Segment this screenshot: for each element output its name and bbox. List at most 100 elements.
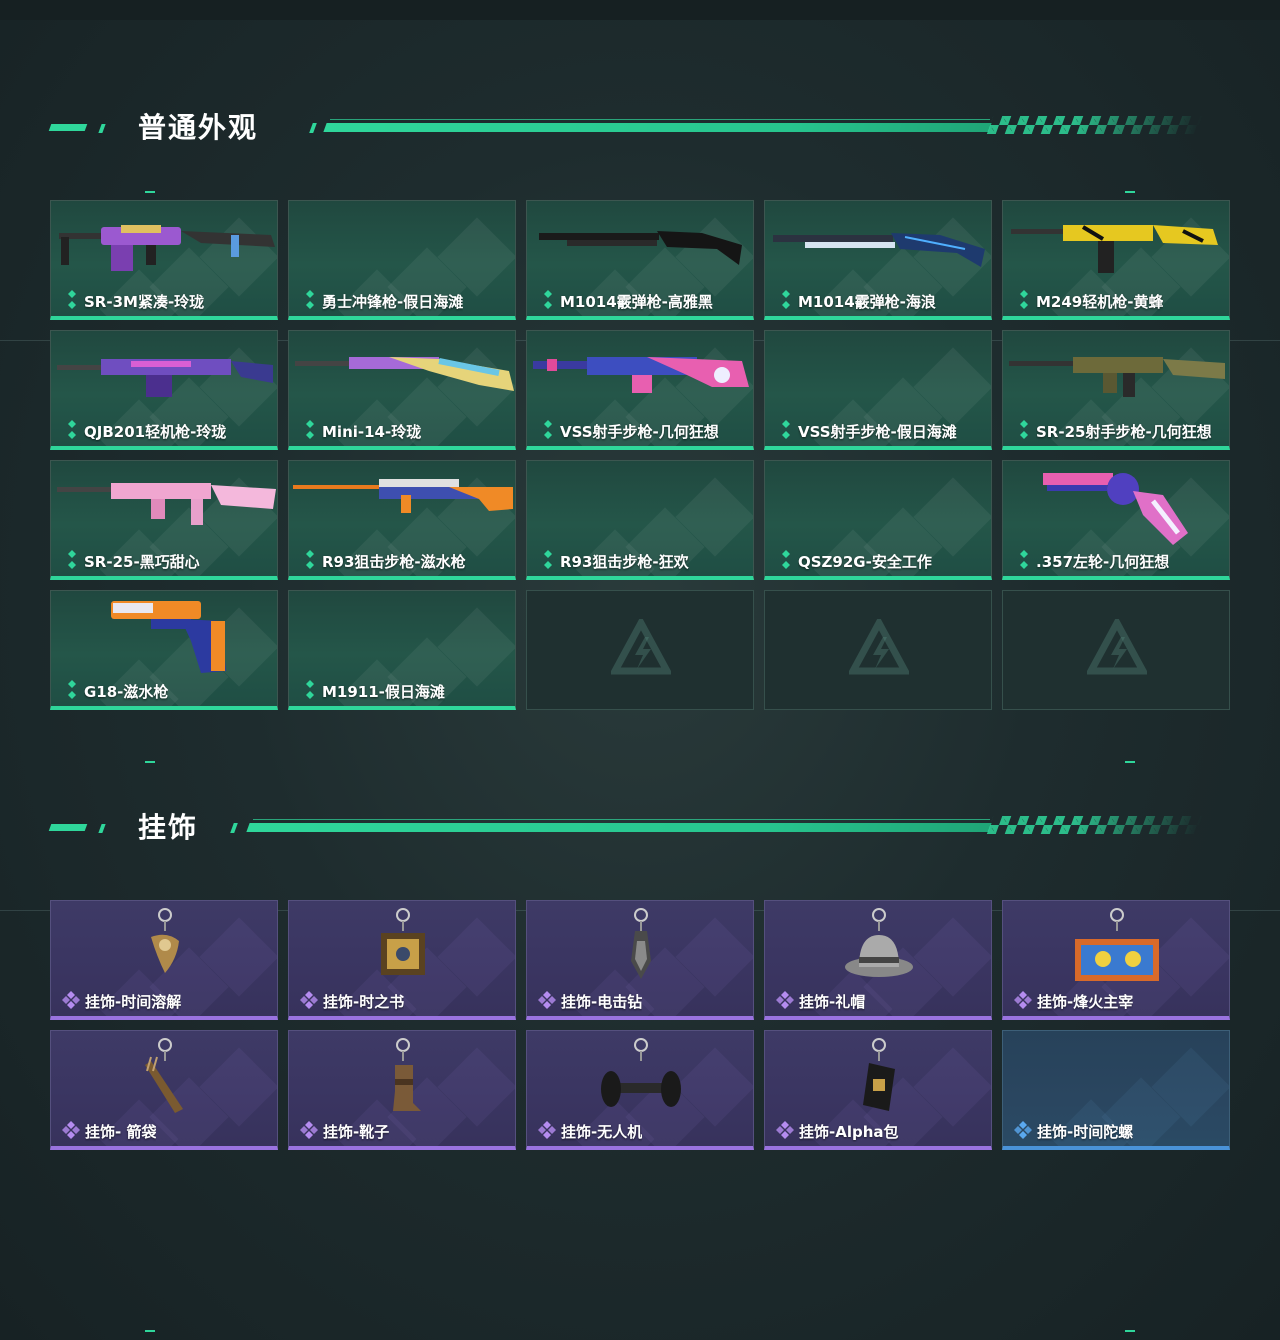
item-name: SR-3M紧凑-玲珑 xyxy=(84,293,205,311)
drill-icon xyxy=(631,908,651,979)
corner-marker xyxy=(1125,191,1135,193)
rarity-gem-icon xyxy=(538,1121,556,1139)
boot-icon xyxy=(393,1038,421,1111)
weapon-image xyxy=(295,357,514,391)
section-header-skins: 普通外观 xyxy=(0,110,1280,150)
empty-slot xyxy=(1002,590,1230,710)
book-icon xyxy=(381,908,425,975)
rarity-gem-icon xyxy=(300,1121,318,1139)
top-bar xyxy=(0,0,1280,20)
rarity-gem-icon xyxy=(62,1121,80,1139)
drone-icon xyxy=(601,1038,681,1107)
rarity-gem-icon xyxy=(1020,420,1028,439)
skin-card[interactable]: QSZ92G-安全工作 xyxy=(764,460,992,580)
rarity-gem-icon xyxy=(782,420,790,439)
skin-card[interactable]: R93狙击步枪-滋水枪 xyxy=(288,460,516,580)
rarity-gem-icon xyxy=(544,290,552,309)
charm-card[interactable]: 挂饰-时间陀螺 xyxy=(1002,1030,1230,1150)
weapon-image xyxy=(57,359,273,397)
skin-card[interactable]: .357左轮-几何狂想 xyxy=(1002,460,1230,580)
item-name: R93狙击步枪-狂欢 xyxy=(560,553,689,571)
corner-marker xyxy=(145,761,155,763)
rarity-gem-icon xyxy=(300,991,318,1009)
charm-card[interactable]: 挂饰-Alpha包 xyxy=(764,1030,992,1150)
header-tick xyxy=(230,823,238,833)
rarity-gem-icon xyxy=(544,550,552,569)
rarity-gem-icon xyxy=(306,680,314,699)
skin-card[interactable]: SR-25射手步枪-几何狂想 xyxy=(1002,330,1230,450)
skin-card[interactable]: VSS射手步枪-几何狂想 xyxy=(526,330,754,450)
item-name: 挂饰-烽火主宰 xyxy=(1037,993,1134,1011)
corner-marker xyxy=(145,1330,155,1332)
weapon-image xyxy=(111,601,226,673)
corner-marker xyxy=(145,191,155,193)
rarity-gem-icon xyxy=(306,290,314,309)
rarity-gem-icon xyxy=(1020,550,1028,569)
item-name: M1014霰弹枪-海浪 xyxy=(798,293,936,311)
charm-card[interactable]: 挂饰-时之书 xyxy=(288,900,516,1020)
skin-card[interactable]: M249轻机枪-黄蜂 xyxy=(1002,200,1230,320)
watermark-logo-icon xyxy=(849,619,909,675)
skin-card[interactable]: 勇士冲锋枪-假日海滩 xyxy=(288,200,516,320)
charm-card[interactable]: 挂饰-烽火主宰 xyxy=(1002,900,1230,1020)
header-checker xyxy=(986,816,1204,834)
item-name: VSS射手步枪-假日海滩 xyxy=(798,423,957,441)
weapon-image xyxy=(57,483,276,525)
item-name: SR-25-黑巧甜心 xyxy=(84,553,200,571)
skin-card[interactable]: M1911-假日海滩 xyxy=(288,590,516,710)
charm-card[interactable]: 挂饰-电击钻 xyxy=(526,900,754,1020)
rarity-gem-icon xyxy=(68,420,76,439)
empty-slot xyxy=(526,590,754,710)
rarity-gem-icon xyxy=(1014,991,1032,1009)
item-name: 挂饰-时间陀螺 xyxy=(1037,1123,1134,1141)
charm-card[interactable]: 挂饰-时间溶解 xyxy=(50,900,278,1020)
item-name: QJB201轻机枪-玲珑 xyxy=(84,423,227,441)
header-dash xyxy=(98,824,106,833)
rarity-gem-icon xyxy=(68,680,76,699)
quiver-icon xyxy=(145,1038,183,1113)
item-name: Mini-14-玲珑 xyxy=(322,423,422,441)
skin-card[interactable]: Mini-14-玲珑 xyxy=(288,330,516,450)
header-dash xyxy=(48,824,88,831)
item-name: .357左轮-几何狂想 xyxy=(1036,553,1170,571)
header-thin-line xyxy=(330,119,990,120)
header-dash xyxy=(98,124,106,133)
item-name: R93狙击步枪-滋水枪 xyxy=(322,553,466,571)
header-dash xyxy=(48,124,88,131)
charm-card[interactable]: 挂饰-礼帽 xyxy=(764,900,992,1020)
hat-icon xyxy=(845,908,913,977)
rarity-gem-icon xyxy=(68,290,76,309)
item-name: M1014霰弹枪-高雅黑 xyxy=(560,293,713,311)
item-name: VSS射手步枪-几何狂想 xyxy=(560,423,719,441)
weapon-image xyxy=(293,479,513,513)
item-name: M249轻机枪-黄蜂 xyxy=(1036,293,1164,311)
skin-card[interactable]: R93狙击步枪-狂欢 xyxy=(526,460,754,580)
section-header-charms: 挂饰 xyxy=(0,810,1280,850)
item-name: 挂饰-Alpha包 xyxy=(799,1123,899,1141)
skin-card[interactable]: SR-25-黑巧甜心 xyxy=(50,460,278,580)
melting-clock-icon xyxy=(151,908,179,973)
rarity-gem-icon xyxy=(538,991,556,1009)
skin-card[interactable]: M1014霰弹枪-海浪 xyxy=(764,200,992,320)
item-name: 挂饰- 箭袋 xyxy=(85,1123,157,1141)
weapon-image xyxy=(539,231,742,265)
rarity-gem-icon xyxy=(782,290,790,309)
rarity-gem-icon xyxy=(306,550,314,569)
charm-card[interactable]: 挂饰- 箭袋 xyxy=(50,1030,278,1150)
weapon-image xyxy=(773,233,985,267)
skin-card[interactable]: VSS射手步枪-假日海滩 xyxy=(764,330,992,450)
rarity-gem-icon xyxy=(68,550,76,569)
item-name: 挂饰-电击钻 xyxy=(561,993,643,1011)
weapon-image xyxy=(1011,225,1218,273)
skin-card[interactable]: QJB201轻机枪-玲珑 xyxy=(50,330,278,450)
pouch-icon xyxy=(863,1038,895,1111)
skin-card[interactable]: M1014霰弹枪-高雅黑 xyxy=(526,200,754,320)
item-name: QSZ92G-安全工作 xyxy=(798,553,932,571)
skin-card[interactable]: G18-滋水枪 xyxy=(50,590,278,710)
rarity-gem-icon xyxy=(782,550,790,569)
charm-card[interactable]: 挂饰-无人机 xyxy=(526,1030,754,1150)
skin-card[interactable]: SR-3M紧凑-玲珑 xyxy=(50,200,278,320)
charm-card[interactable]: 挂饰-靴子 xyxy=(288,1030,516,1150)
header-checker xyxy=(986,116,1204,134)
item-name: SR-25射手步枪-几何狂想 xyxy=(1036,423,1212,441)
